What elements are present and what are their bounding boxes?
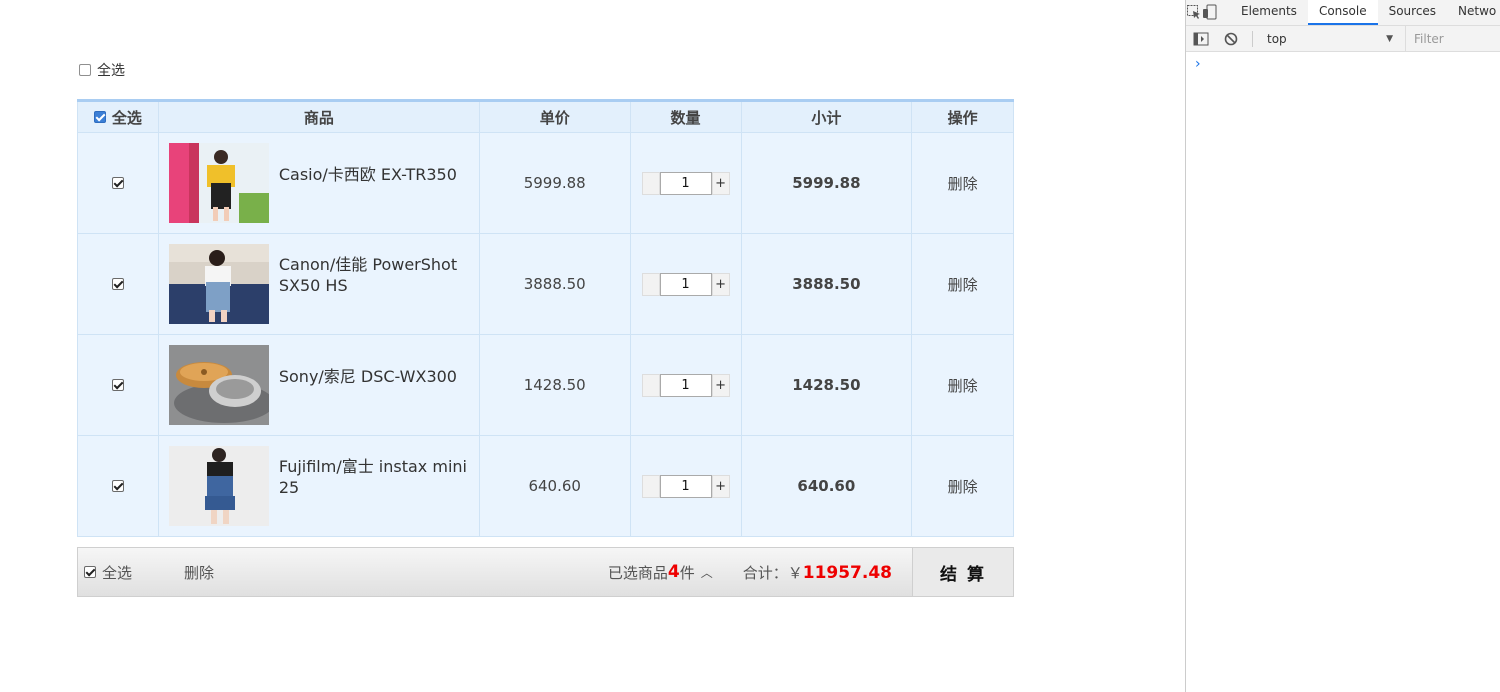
subtotal-cell: 640.60 <box>740 435 913 537</box>
row-checkbox[interactable] <box>111 480 124 492</box>
context-selector[interactable]: top ▼ <box>1259 29 1399 49</box>
console-prompt-icon[interactable]: › <box>1186 52 1500 72</box>
page: 全选 全选 商品 单价 数量 小计 操作 Casio/卡西欧 EX-TR350 … <box>0 0 1500 692</box>
delete-link[interactable]: 删除 <box>911 132 1014 234</box>
top-select-all-label: 全选 <box>97 63 125 79</box>
cart-footer: 全选 删除 已选商品 4 件 ︿ 合计：￥ 11957.48 结 算 <box>77 547 1014 597</box>
delete-link[interactable]: 删除 <box>911 435 1014 537</box>
console-filter-input[interactable]: Filter <box>1405 25 1500 52</box>
total-amount: 11957.48 <box>802 562 892 583</box>
clear-console-icon[interactable] <box>1216 26 1246 52</box>
goods-cell: Canon/佳能 PowerShot SX50 HS <box>157 233 480 335</box>
dropdown-arrow-icon: ▼ <box>1386 33 1393 44</box>
cart-table: 全选 商品 单价 数量 小计 操作 Casio/卡西欧 EX-TR350 599… <box>77 99 1014 537</box>
product-thumbnail[interactable] <box>168 345 269 425</box>
selected-prefix: 已选商品 <box>607 563 668 582</box>
row-checkbox[interactable] <box>111 379 124 391</box>
row-checkbox[interactable] <box>111 278 124 290</box>
row-check-cell <box>77 435 159 537</box>
subtotal-cell: 1428.50 <box>740 334 913 436</box>
qty-plus-button[interactable]: + <box>711 474 730 498</box>
price-cell: 3888.50 <box>478 233 631 335</box>
row-checkbox[interactable] <box>111 177 124 189</box>
qty-cell: 1 + <box>629 132 742 234</box>
header-price: 单价 <box>478 100 631 133</box>
top-select-all-checkbox[interactable] <box>79 64 91 76</box>
table-row: Canon/佳能 PowerShot SX50 HS 3888.50 1 + 3… <box>77 233 1014 335</box>
devtools-toolbar: Elements Console Sources Netwo <box>1186 0 1500 26</box>
footer-select-all-checkbox[interactable] <box>84 566 96 578</box>
qty-input[interactable]: 1 <box>659 474 712 498</box>
price-cell: 5999.88 <box>478 132 631 234</box>
qty-plus-button[interactable]: + <box>711 373 730 397</box>
header-select-all[interactable]: 全选 <box>77 100 159 133</box>
checkout-button[interactable]: 结 算 <box>912 548 1013 596</box>
selected-suffix: 件 <box>679 563 695 582</box>
qty-cell: 1 + <box>629 435 742 537</box>
header-op: 操作 <box>911 100 1014 133</box>
delete-link[interactable]: 删除 <box>911 233 1014 335</box>
qty-input[interactable]: 1 <box>659 272 712 296</box>
total-price: 合计：￥ 11957.48 <box>743 562 892 583</box>
header-goods: 商品 <box>157 100 480 133</box>
top-select-all[interactable]: 全选 <box>79 60 125 80</box>
tab-sources[interactable]: Sources <box>1378 0 1447 25</box>
table-row: Fujifilm/富士 instax mini 25 640.60 1 + 64… <box>77 435 1014 537</box>
tab-console[interactable]: Console <box>1307 0 1378 25</box>
row-check-cell <box>77 233 159 335</box>
qty-plus-button[interactable]: + <box>711 272 730 296</box>
sidebar-toggle-icon[interactable] <box>1186 26 1216 52</box>
goods-cell: Sony/索尼 DSC-WX300 <box>157 334 480 436</box>
context-value: top <box>1267 31 1287 46</box>
qty-minus-button[interactable] <box>641 373 660 397</box>
selected-count-number: 4 <box>667 562 680 582</box>
tab-network[interactable]: Netwo <box>1447 0 1500 25</box>
goods-cell: Casio/卡西欧 EX-TR350 <box>157 132 480 234</box>
product-thumbnail[interactable] <box>168 244 269 324</box>
footer-select-all[interactable]: 全选 <box>84 562 184 583</box>
footer-delete-button[interactable]: 删除 <box>184 562 214 583</box>
subtotal-cell: 5999.88 <box>740 132 913 234</box>
product-name[interactable]: Canon/佳能 PowerShot SX50 HS <box>279 254 469 296</box>
header-select-all-checkbox[interactable] <box>93 111 106 123</box>
qty-input[interactable]: 1 <box>659 373 712 397</box>
product-thumbnail[interactable] <box>168 446 269 526</box>
table-header-row: 全选 商品 单价 数量 小计 操作 <box>77 100 1014 133</box>
qty-minus-button[interactable] <box>641 171 660 195</box>
delete-link[interactable]: 删除 <box>911 334 1014 436</box>
price-cell: 640.60 <box>478 435 631 537</box>
product-name[interactable]: Casio/卡西欧 EX-TR350 <box>279 164 469 185</box>
goods-cell: Fujifilm/富士 instax mini 25 <box>157 435 480 537</box>
product-name[interactable]: Sony/索尼 DSC-WX300 <box>279 366 469 387</box>
selected-count[interactable]: 已选商品 4 件 ︿ <box>608 562 713 583</box>
product-name[interactable]: Fujifilm/富士 instax mini 25 <box>279 456 469 498</box>
header-select-all-label: 全选 <box>111 108 142 127</box>
qty-cell: 1 + <box>629 334 742 436</box>
console-toolbar: top ▼ Filter <box>1186 25 1500 52</box>
device-toolbar-icon[interactable] <box>1202 0 1218 25</box>
tab-elements[interactable]: Elements <box>1230 0 1308 25</box>
row-check-cell <box>77 334 159 436</box>
table-row: Casio/卡西欧 EX-TR350 5999.88 1 + 5999.88 删… <box>77 132 1014 234</box>
header-subtotal: 小计 <box>740 100 913 133</box>
qty-minus-button[interactable] <box>641 272 660 296</box>
chevron-up-icon[interactable]: ︿ <box>701 564 713 581</box>
subtotal-cell: 3888.50 <box>740 233 913 335</box>
row-check-cell <box>77 132 159 234</box>
header-qty: 数量 <box>629 100 742 133</box>
qty-cell: 1 + <box>629 233 742 335</box>
qty-minus-button[interactable] <box>641 474 660 498</box>
footer-select-all-label: 全选 <box>102 563 133 582</box>
price-cell: 1428.50 <box>478 334 631 436</box>
qty-plus-button[interactable]: + <box>711 171 730 195</box>
product-thumbnail[interactable] <box>168 143 269 223</box>
devtools-panel: Elements Console Sources Netwo top ▼ Fil… <box>1185 0 1500 692</box>
qty-input[interactable]: 1 <box>659 171 712 195</box>
table-row: Sony/索尼 DSC-WX300 1428.50 1 + 1428.50 删除 <box>77 334 1014 436</box>
inspect-element-icon[interactable] <box>1186 0 1202 25</box>
total-label: 合计：￥ <box>742 563 803 582</box>
